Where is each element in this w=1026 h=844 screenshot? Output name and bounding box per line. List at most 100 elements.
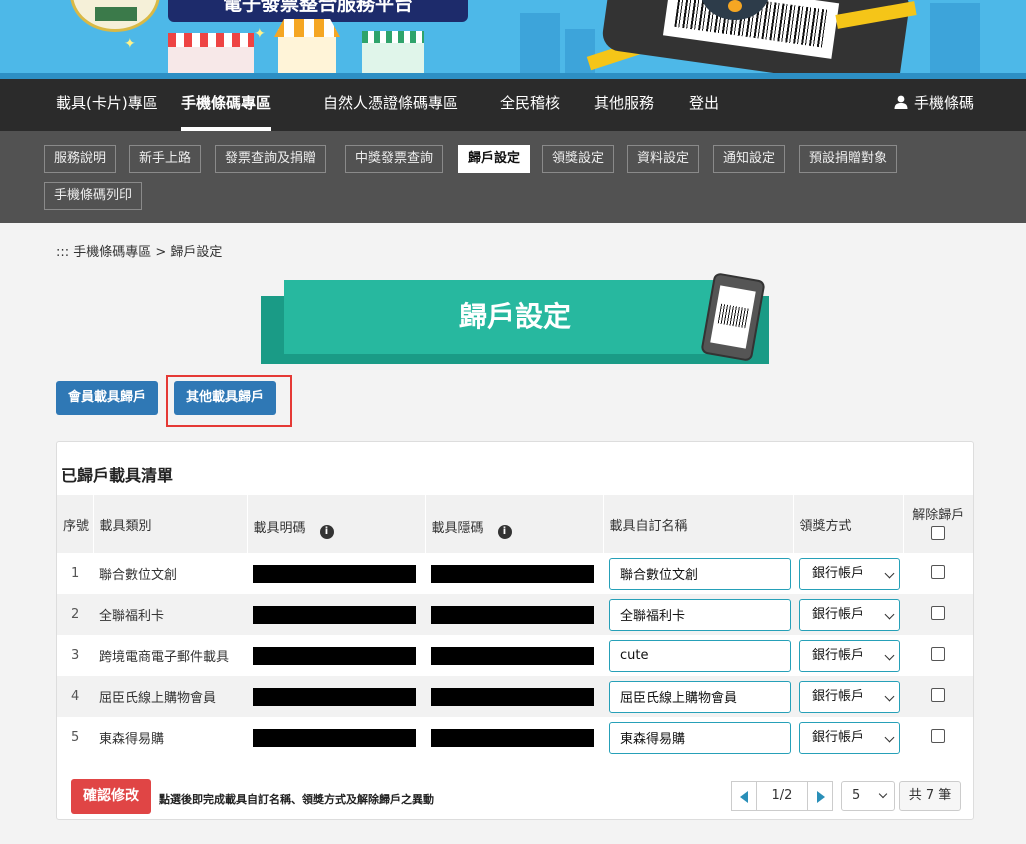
arrow-left-icon: [740, 791, 748, 803]
row-custom-name: [603, 553, 793, 594]
custom-name-input[interactable]: [609, 721, 791, 754]
table-row: 2 全聯福利卡 銀行帳戶: [57, 594, 973, 635]
award-method-select[interactable]: 銀行帳戶: [799, 598, 900, 631]
custom-name-input[interactable]: [609, 557, 791, 590]
award-method-select[interactable]: 銀行帳戶: [799, 639, 900, 672]
row-carrier-type: 東森得易購: [99, 732, 165, 747]
user-menu[interactable]: 手機條碼: [894, 79, 974, 131]
select-value: 銀行帳戶: [812, 688, 865, 704]
custom-name-input[interactable]: [609, 680, 791, 713]
tab-default-donee[interactable]: 預設捐贈對象: [799, 145, 898, 173]
row-visible-code: [247, 635, 425, 676]
unlink-checkbox[interactable]: [931, 646, 945, 661]
col-unlink-label: 解除歸戶: [912, 508, 965, 523]
info-icon[interactable]: i: [319, 525, 334, 539]
sparkle-icon: ✦: [124, 36, 136, 52]
row-visible-code: [247, 717, 425, 758]
nav-item-logout[interactable]: 登出: [689, 79, 719, 131]
table-row: 4 屈臣氏線上購物會員 銀行帳戶: [57, 676, 973, 717]
row-carrier-type: 跨境電商電子郵件載具: [99, 650, 230, 665]
confirm-note: 點選後即完成載具自訂名稱、領獎方式及解除歸戶之異動: [159, 793, 434, 806]
col-visible-code-label: 載具明碼: [253, 521, 306, 536]
breadcrumb: ::: 手機條碼專區 > 歸戶設定: [56, 245, 223, 260]
nav-item-citizen-certificate[interactable]: 自然人憑證條碼專區: [323, 79, 458, 131]
select-value: 銀行帳戶: [812, 647, 865, 663]
tab-getting-started[interactable]: 新手上路: [129, 145, 202, 173]
user-label: 手機條碼: [913, 94, 974, 112]
row-hidden-code: [425, 553, 603, 594]
nav-item-public-audit[interactable]: 全民稽核: [500, 79, 560, 131]
row-carrier-type: 全聯福利卡: [99, 609, 165, 624]
col-visible-code: 載具明碼 i: [247, 495, 426, 553]
select-value: 銀行帳戶: [812, 606, 865, 622]
row-custom-name: [603, 717, 793, 758]
nav-item-carrier-card[interactable]: 載具(卡片)專區: [56, 79, 158, 131]
per-page-select[interactable]: 5: [841, 781, 895, 811]
award-method-select[interactable]: 銀行帳戶: [799, 721, 900, 754]
col-unlink: 解除歸戶: [903, 495, 973, 553]
confirm-changes-button[interactable]: 確認修改: [71, 779, 151, 814]
unlink-checkbox[interactable]: [931, 687, 945, 702]
redacted-block: [431, 564, 594, 583]
custom-name-input[interactable]: [609, 639, 791, 672]
unlink-checkbox[interactable]: [931, 605, 945, 620]
table-row: 3 跨境電商電子郵件載具 銀行帳戶: [57, 635, 973, 676]
tab-carrier-linking[interactable]: 歸戶設定: [458, 145, 531, 173]
row-unlink: [903, 635, 973, 676]
row-visible-code: [247, 553, 425, 594]
row-unlink: [903, 676, 973, 717]
redacted-block: [431, 605, 594, 624]
col-award-method: 領獎方式: [793, 495, 904, 553]
chevron-down-icon: [878, 789, 888, 799]
col-hidden-code-label: 載具隱碼: [431, 521, 484, 536]
redacted-block: [431, 646, 594, 665]
select-all-unlink-checkbox[interactable]: [931, 526, 946, 540]
redacted-block: [253, 605, 416, 624]
tab-winning-invoice-query[interactable]: 中獎發票查詢: [345, 145, 444, 173]
select-value: 銀行帳戶: [812, 565, 865, 581]
sub-nav: 服務說明 新手上路 發票查詢及捐贈 中獎發票查詢 歸戶設定 領獎設定 資料設定 …: [0, 131, 1026, 223]
next-page-button[interactable]: [807, 781, 833, 811]
header-banner: 電子發票整合服務平台 ✦ ✦: [0, 0, 1026, 79]
prev-page-button[interactable]: [731, 781, 757, 811]
redacted-block: [253, 564, 416, 583]
row-hidden-code: [425, 717, 603, 758]
unlink-checkbox[interactable]: [931, 564, 945, 579]
tab-barcode-print[interactable]: 手機條碼列印: [44, 182, 143, 210]
city-skyline: [520, 13, 560, 73]
award-method-select[interactable]: 銀行帳戶: [799, 557, 900, 590]
custom-name-input[interactable]: [609, 598, 791, 631]
row-award-method: 銀行帳戶: [793, 594, 903, 635]
chevron-down-icon: [884, 650, 895, 660]
carrier-table: 序號 載具類別 載具明碼 i 載具隱碼 i 載具自訂名稱 領獎方式 解除歸戶 1 聯…: [57, 495, 973, 758]
per-page-value: 5: [852, 788, 861, 803]
award-method-select[interactable]: 銀行帳戶: [799, 680, 900, 713]
col-hidden-code: 載具隱碼 i: [425, 495, 604, 553]
redacted-block: [253, 687, 416, 706]
row-custom-name: [603, 676, 793, 717]
member-carrier-linking-button[interactable]: 會員載具歸戶: [56, 381, 159, 415]
tab-service-intro[interactable]: 服務說明: [44, 145, 117, 173]
chevron-down-icon: [884, 568, 895, 578]
chevron-down-icon: [884, 732, 895, 742]
row-unlink: [903, 594, 973, 635]
tab-award-settings[interactable]: 領獎設定: [542, 145, 615, 173]
nav-item-mobile-barcode[interactable]: 手機條碼專區: [181, 79, 272, 131]
government-seal-logo[interactable]: [70, 0, 160, 32]
row-hidden-code: [425, 635, 603, 676]
main-nav: 載具(卡片)專區 手機條碼專區 自然人憑證條碼專區 全民稽核 其他服務 登出 手…: [0, 79, 1026, 131]
info-icon[interactable]: i: [497, 525, 512, 539]
tab-profile-settings[interactable]: 資料設定: [627, 145, 700, 173]
tab-notification-settings[interactable]: 通知設定: [713, 145, 786, 173]
row-award-method: 銀行帳戶: [793, 717, 903, 758]
shop-illustration: [362, 31, 424, 73]
row-award-method: 銀行帳戶: [793, 553, 903, 594]
col-custom-name: 載具自訂名稱: [603, 495, 794, 553]
row-seq: 5: [71, 730, 80, 745]
tab-invoice-query-donation[interactable]: 發票查詢及捐贈: [215, 145, 327, 173]
nav-item-other-services[interactable]: 其他服務: [594, 79, 654, 131]
row-hidden-code: [425, 594, 603, 635]
row-seq: 1: [71, 566, 80, 581]
row-visible-code: [247, 676, 425, 717]
unlink-checkbox[interactable]: [931, 728, 945, 743]
